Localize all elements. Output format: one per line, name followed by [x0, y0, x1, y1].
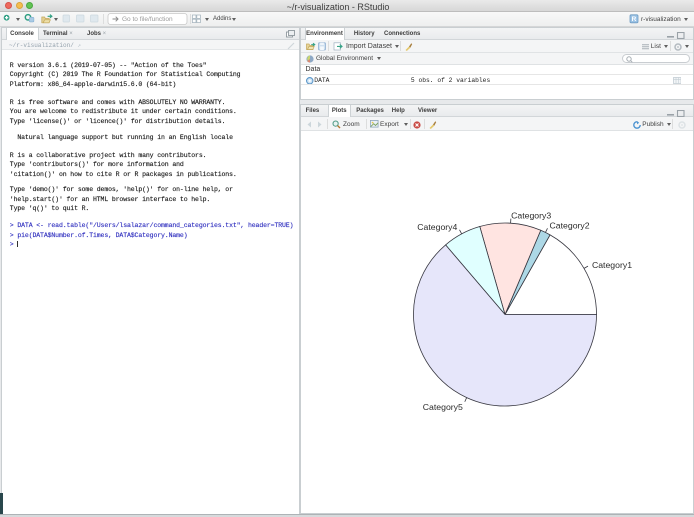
svg-text:Category1: Category1: [592, 260, 632, 270]
svg-text:Category5: Category5: [423, 402, 463, 412]
svg-text:Category3: Category3: [511, 210, 551, 220]
svg-text:Category2: Category2: [550, 221, 590, 231]
svg-text:R: R: [632, 16, 637, 23]
svg-text:Category4: Category4: [417, 222, 457, 232]
